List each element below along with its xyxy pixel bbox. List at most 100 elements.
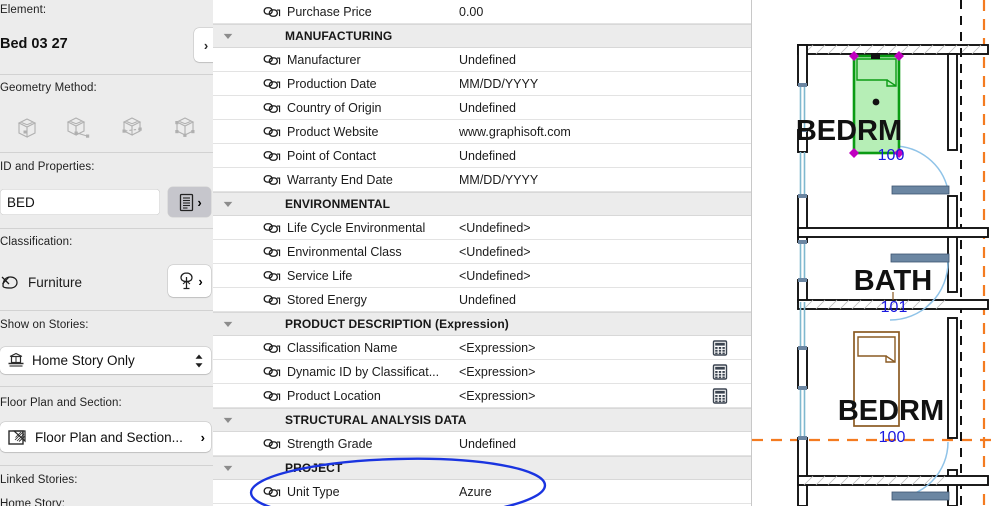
- table-row[interactable]: Warranty End DateMM/DD/YYYY: [213, 168, 751, 192]
- property-name: Life Cycle Environmental: [287, 221, 425, 235]
- show-on-stories-select[interactable]: Home Story Only: [0, 347, 211, 374]
- geometry-method-box-axis-icon[interactable]: [106, 104, 159, 150]
- table-row[interactable]: Product Websitewww.graphisoft.com: [213, 120, 751, 144]
- table-section-header[interactable]: PROJECT: [213, 456, 751, 480]
- link-icon: [262, 388, 282, 404]
- table-row[interactable]: Classification Name<Expression>: [213, 336, 751, 360]
- link-icon-wrap: [262, 220, 282, 236]
- geometry-method-box-corners-icon[interactable]: [159, 104, 212, 150]
- chevron-right-icon: ›: [197, 196, 201, 209]
- table-row[interactable]: Stored EnergyUndefined: [213, 288, 751, 312]
- property-value: <Expression>: [459, 389, 535, 403]
- floor-plan-section-button[interactable]: Floor Plan and Section... ›: [0, 422, 211, 452]
- property-name: Service Life: [287, 269, 352, 283]
- table-section-header[interactable]: ENVIRONMENTAL: [213, 192, 751, 216]
- section-disclosure-triangle[interactable]: [213, 462, 239, 474]
- floor-plan-section-icon: [6, 426, 28, 448]
- id-properties-label: ID and Properties:: [0, 160, 95, 174]
- table-row[interactable]: Service Life<Undefined>: [213, 264, 751, 288]
- divider: [0, 152, 213, 153]
- table-row[interactable]: Environmental Class<Undefined>: [213, 240, 751, 264]
- link-icon: [262, 292, 282, 308]
- section-disclosure-triangle[interactable]: [213, 198, 239, 210]
- table-row[interactable]: Point of ContactUndefined: [213, 144, 751, 168]
- table-row[interactable]: Dynamic ID by Classificat...<Expression>: [213, 360, 751, 384]
- table-row[interactable]: Purchase Price0.00: [213, 0, 751, 24]
- property-value: Undefined: [459, 437, 516, 451]
- property-name: Production Date: [287, 77, 377, 91]
- table-section-header[interactable]: PRODUCT DESCRIPTION (Expression): [213, 312, 751, 336]
- calculator-icon-wrap[interactable]: [712, 388, 728, 404]
- link-icon-wrap: [262, 388, 282, 404]
- link-icon-wrap: [262, 268, 282, 284]
- chevron-down-icon: [222, 414, 234, 426]
- table-row[interactable]: Strength Grade Undefined: [213, 432, 751, 456]
- divider: [0, 310, 213, 311]
- classification-tree-icon: [176, 270, 197, 292]
- section-disclosure-triangle[interactable]: [213, 30, 239, 42]
- chevron-updown-icon: [193, 352, 205, 370]
- chevron-right-icon: ›: [201, 431, 205, 444]
- link-icon-wrap: [262, 340, 282, 356]
- property-value: MM/DD/YYYY: [459, 77, 538, 91]
- link-icon: [262, 100, 282, 116]
- table-row[interactable]: Country of OriginUndefined: [213, 96, 751, 120]
- room-number-100-lower: 100: [879, 429, 906, 446]
- calculator-icon: [712, 340, 728, 356]
- link-icon-wrap: [262, 148, 282, 164]
- chevron-down-icon: [222, 318, 234, 330]
- document-icon: [177, 192, 196, 213]
- property-name: Product Location: [287, 389, 381, 403]
- element-name: Bed 03 27: [0, 36, 68, 52]
- section-disclosure-triangle[interactable]: [213, 318, 239, 330]
- link-icon-wrap: [262, 484, 282, 500]
- link-icon: [262, 52, 282, 68]
- section-disclosure-triangle[interactable]: [213, 414, 239, 426]
- property-value: Undefined: [459, 53, 516, 67]
- properties-table[interactable]: Purchase Price0.00 MANUFACTURING Manufactu…: [213, 0, 752, 506]
- calculator-icon-wrap[interactable]: [712, 340, 728, 356]
- property-value: 0.00: [459, 5, 483, 19]
- link-icon: [262, 76, 282, 92]
- property-name: Strength Grade: [287, 437, 372, 451]
- property-name: Country of Origin: [287, 101, 381, 115]
- link-icon-wrap: [262, 292, 282, 308]
- link-icon: [262, 484, 282, 500]
- calculator-icon-wrap[interactable]: [712, 364, 728, 380]
- room-number-100: 100: [878, 147, 905, 164]
- link-icon: [262, 172, 282, 188]
- table-row[interactable]: Unit TypeAzure: [213, 480, 751, 504]
- calculator-icon: [712, 364, 728, 380]
- section-title: STRUCTURAL ANALYSIS DATA: [285, 413, 467, 427]
- table-row[interactable]: Production Date MM/DD/YYYY: [213, 72, 751, 96]
- table-row[interactable]: Manufacturer Undefined: [213, 48, 751, 72]
- property-name: Classification Name: [287, 341, 397, 355]
- classification-button[interactable]: ›: [168, 265, 211, 297]
- geometry-method-box-icon[interactable]: [0, 104, 53, 150]
- divider: [0, 386, 213, 387]
- floor-plan-canvas[interactable]: BEDRM 100 BATH 101 BEDRM 100: [752, 0, 999, 506]
- classification-value: Furniture: [28, 275, 82, 290]
- table-row[interactable]: Life Cycle Environmental<Undefined>: [213, 216, 751, 240]
- link-icon-wrap: [262, 4, 282, 20]
- classification-label: Classification:: [0, 235, 72, 249]
- show-on-stories-value: Home Story Only: [32, 353, 193, 368]
- property-name: Manufacturer: [287, 53, 361, 67]
- element-id-input[interactable]: [0, 189, 160, 215]
- link-icon: [262, 340, 282, 356]
- story-icon: [6, 351, 26, 370]
- link-icon-wrap: [262, 124, 282, 140]
- id-properties-button[interactable]: ›: [168, 187, 211, 217]
- section-title: MANUFACTURING: [285, 29, 392, 43]
- table-section-header[interactable]: STRUCTURAL ANALYSIS DATA: [213, 408, 751, 432]
- link-icon-wrap: [262, 364, 282, 380]
- geometry-method-box-anchor-icon[interactable]: [53, 104, 106, 150]
- element-expand-button[interactable]: ›: [194, 28, 213, 62]
- section-title: PRODUCT DESCRIPTION (Expression): [285, 317, 509, 331]
- table-row[interactable]: Product Location <Expression>: [213, 384, 751, 408]
- home-story-label: Home Story:: [0, 497, 65, 506]
- door-3: [892, 442, 949, 500]
- chevron-down-icon: [222, 198, 234, 210]
- link-icon: [262, 436, 282, 452]
- table-section-header[interactable]: MANUFACTURING: [213, 24, 751, 48]
